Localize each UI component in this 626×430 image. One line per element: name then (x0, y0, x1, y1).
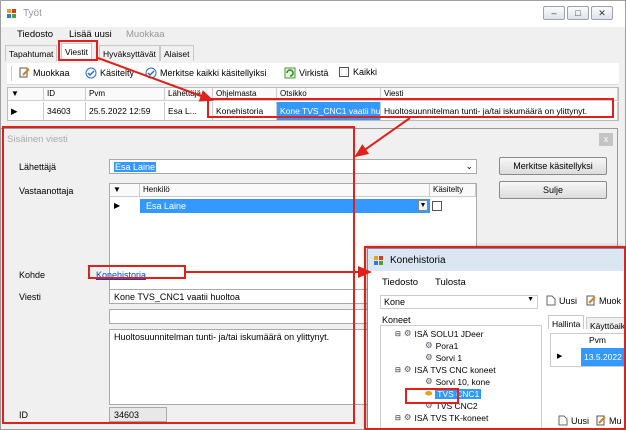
annotation-arrows (97, 57, 411, 278)
arrow-tab-to-row (97, 57, 214, 102)
arrow-row-to-dialog (354, 117, 411, 158)
